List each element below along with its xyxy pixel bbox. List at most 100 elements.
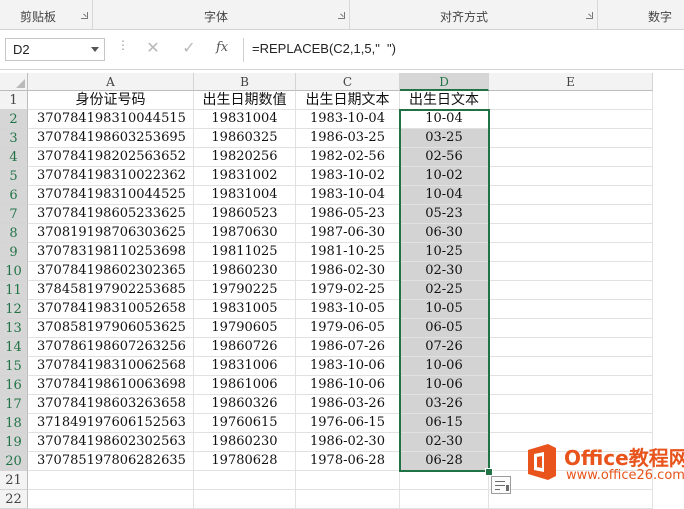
result-cell[interactable]: 10-06 [400,376,489,395]
result-cell[interactable]: 02-56 [400,148,489,167]
cell[interactable]: 371849197606152563 [28,414,194,433]
cell[interactable] [489,357,653,376]
column-header-c[interactable]: C [296,73,400,91]
cell[interactable]: 19790225 [194,281,296,300]
header-cell[interactable]: 出生日文本 [400,91,489,110]
cell[interactable]: 370784198602302563 [28,433,194,452]
row-header[interactable]: 2 [0,110,28,129]
cell[interactable]: 19831006 [194,357,296,376]
cell[interactable]: 19860230 [194,433,296,452]
cell[interactable] [489,129,653,148]
cell[interactable]: 1979-02-25 [296,281,400,300]
cell[interactable] [489,205,653,224]
select-all-button[interactable] [0,73,28,91]
cell[interactable]: 1976-06-15 [296,414,400,433]
row-header[interactable]: 10 [0,262,28,281]
result-cell[interactable]: 06-28 [400,452,489,471]
cell[interactable]: 1986-07-26 [296,338,400,357]
cell[interactable]: 370784198310044515 [28,110,194,129]
cell[interactable]: 1986-03-25 [296,129,400,148]
cell[interactable] [489,243,653,262]
cell[interactable] [489,376,653,395]
enter-icon[interactable]: ✓ [178,39,200,59]
dialog-launcher-icon[interactable] [81,12,88,19]
formula-input[interactable]: =REPLACEB(C2,1,5," ") [252,41,396,56]
insert-function-icon[interactable]: fx [216,40,228,55]
cell[interactable]: 370784198310052658 [28,300,194,319]
column-header-d[interactable]: D [400,73,489,91]
cell[interactable]: 370784198602302365 [28,262,194,281]
header-cell[interactable]: 出生日期数值 [194,91,296,110]
result-cell[interactable]: 02-25 [400,281,489,300]
cell[interactable]: 19831004 [194,186,296,205]
row-header[interactable]: 12 [0,300,28,319]
result-cell[interactable]: 10-05 [400,300,489,319]
cell[interactable] [489,224,653,243]
row-header[interactable]: 16 [0,376,28,395]
cell[interactable]: 19780628 [194,452,296,471]
cell[interactable]: 1982-02-56 [296,148,400,167]
chevron-down-icon[interactable] [91,47,99,52]
cell[interactable] [28,471,194,490]
cell[interactable]: 370783198110253698 [28,243,194,262]
column-header-a[interactable]: A [28,73,194,91]
row-header[interactable]: 7 [0,205,28,224]
cell[interactable] [489,167,653,186]
cell[interactable]: 370786198607263256 [28,338,194,357]
row-header[interactable]: 13 [0,319,28,338]
row-header[interactable]: 17 [0,395,28,414]
cell[interactable]: 19860726 [194,338,296,357]
cell[interactable]: 1986-10-06 [296,376,400,395]
cell[interactable]: 19811025 [194,243,296,262]
cell[interactable]: 19820256 [194,148,296,167]
cell[interactable] [489,490,653,509]
row-header[interactable]: 14 [0,338,28,357]
row-header[interactable]: 3 [0,129,28,148]
cell[interactable]: 1983-10-04 [296,186,400,205]
row-header[interactable]: 21 [0,471,28,490]
row-header[interactable]: 4 [0,148,28,167]
cell[interactable] [489,319,653,338]
cell[interactable]: 19860326 [194,395,296,414]
cell[interactable]: 19860230 [194,262,296,281]
cell[interactable] [489,148,653,167]
cell[interactable]: 1986-05-23 [296,205,400,224]
result-cell[interactable]: 03-26 [400,395,489,414]
cell[interactable]: 19831004 [194,110,296,129]
row-header[interactable]: 20 [0,452,28,471]
row-header[interactable]: 8 [0,224,28,243]
result-cell[interactable]: 10-04 [400,186,489,205]
row-header[interactable]: 19 [0,433,28,452]
cell[interactable]: 370785197806282635 [28,452,194,471]
row-header[interactable]: 1 [0,91,28,110]
cell[interactable] [489,300,653,319]
result-cell[interactable]: 02-30 [400,262,489,281]
cell[interactable]: 1983-10-04 [296,110,400,129]
header-cell[interactable]: 身份证号码 [28,91,194,110]
cell[interactable]: 370858197906053625 [28,319,194,338]
cell[interactable] [489,281,653,300]
row-header[interactable]: 5 [0,167,28,186]
cell[interactable]: 370784198202563652 [28,148,194,167]
row-header[interactable]: 22 [0,490,28,509]
cell[interactable] [28,490,194,509]
result-cell[interactable]: 06-05 [400,319,489,338]
result-cell[interactable]: 07-26 [400,338,489,357]
result-cell[interactable]: 06-15 [400,414,489,433]
row-header[interactable]: 11 [0,281,28,300]
cell[interactable] [489,186,653,205]
cell[interactable] [489,91,653,110]
cell[interactable] [489,414,653,433]
cell[interactable]: 1983-10-02 [296,167,400,186]
cell[interactable]: 1983-10-06 [296,357,400,376]
column-header-e[interactable]: E [489,73,653,91]
result-cell[interactable]: 10-02 [400,167,489,186]
cell[interactable]: 1986-03-26 [296,395,400,414]
row-header[interactable]: 18 [0,414,28,433]
cell[interactable]: 19831005 [194,300,296,319]
cell[interactable]: 370784198310062568 [28,357,194,376]
cell[interactable]: 19760615 [194,414,296,433]
result-cell[interactable]: 10-04 [400,110,489,129]
result-cell[interactable]: 06-30 [400,224,489,243]
cell[interactable]: 19861006 [194,376,296,395]
